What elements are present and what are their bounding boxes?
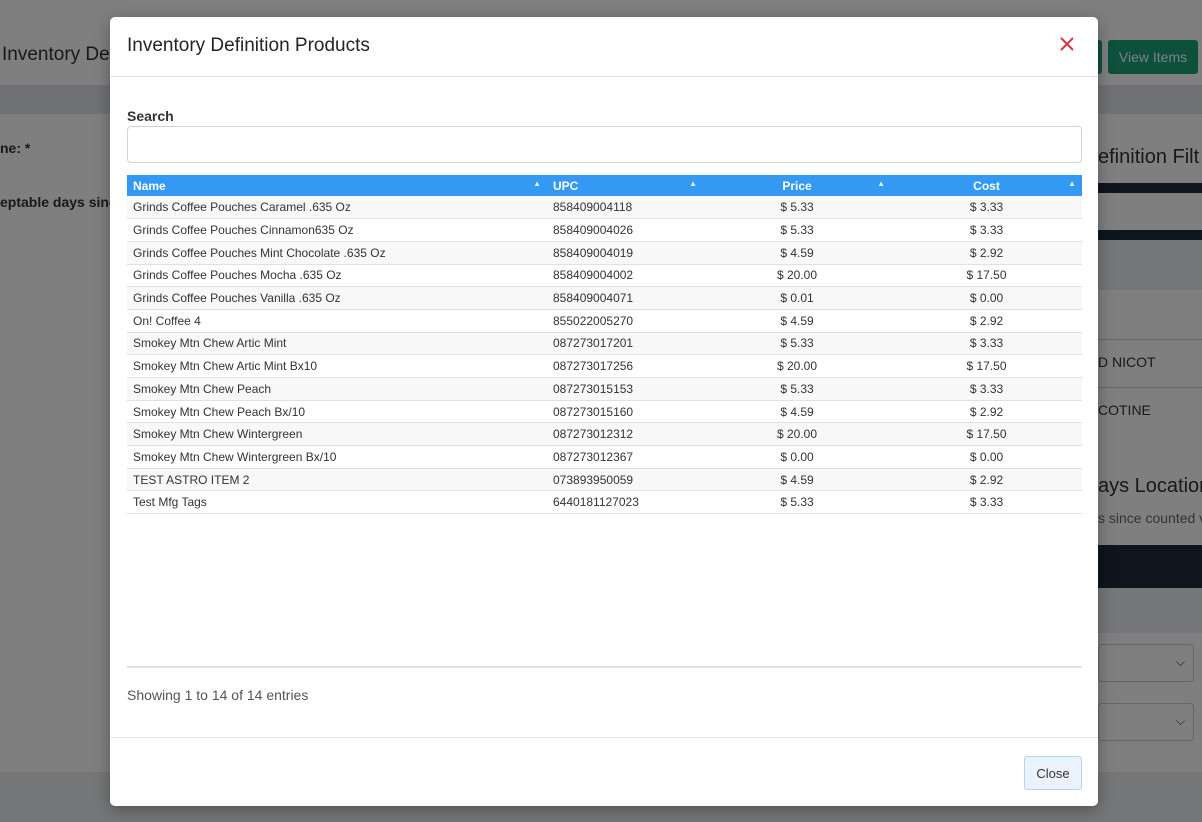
cell-name: Smokey Mtn Chew Wintergreen [127,422,547,447]
cell-name: Grinds Coffee Pouches Caramel .635 Oz [127,196,547,220]
cell-name: Test Mfg Tags [127,490,547,515]
table-header-row: Name ▲ UPC ▲︎ Price ▲ Cost ▲ [127,175,1082,196]
table-row[interactable]: On! Coffee 4 855022005270 $ 4.59 $ 2.92 [127,309,1082,333]
cell-price: $ 0.01 [703,286,891,310]
cell-upc: 087273017201 [547,332,703,356]
search-input[interactable] [127,126,1082,163]
cell-price: $ 20.00 [703,354,891,378]
table-row[interactable]: Smokey Mtn Chew Peach 087273015153 $ 5.33 $… [127,377,1082,401]
table-row[interactable]: Test Mfg Tags 6440181127023 $ 5.33 $ 3.33 [127,490,1082,515]
table-info: Showing 1 to 14 of 14 entries [127,687,309,703]
cell-name: Smokey Mtn Chew Artic Mint Bx10 [127,354,547,378]
table-row[interactable]: Smokey Mtn Chew Peach Bx/10 087273015160 $… [127,400,1082,424]
cell-price: $ 5.33 [703,218,891,242]
cell-upc: 087273015160 [547,400,703,424]
table-row[interactable]: Smokey Mtn Chew Artic Mint Bx10 087273017… [127,354,1082,378]
cell-price: $ 20.00 [703,422,891,447]
cell-upc: 6440181127023 [547,490,703,515]
cell-price: $ 4.59 [703,241,891,265]
cell-name: Smokey Mtn Chew Peach Bx/10 [127,400,547,424]
cell-upc: 087273017256 [547,354,703,378]
column-header-label: Name [133,178,166,193]
products-table: Name ▲ UPC ▲︎ Price ▲ Cost ▲ Grinds Coff… [127,175,1082,515]
cell-name: Smokey Mtn Chew Peach [127,377,547,401]
cell-price: $ 20.00 [703,264,891,288]
table-row[interactable]: Smokey Mtn Chew Wintergreen 087273012312 $… [127,422,1082,447]
cell-cost: $ 17.50 [891,422,1082,447]
modal-footer: Close [110,737,1098,806]
table-row[interactable]: Grinds Coffee Pouches Vanilla .635 Oz 858… [127,286,1082,310]
cell-upc: 855022005270 [547,309,703,333]
sort-icon: ▲ [877,179,885,188]
cell-cost: $ 3.33 [891,490,1082,515]
cell-cost: $ 3.33 [891,377,1082,401]
sort-asc-icon: ▲ [533,179,541,188]
cell-price: $ 5.33 [703,377,891,401]
cell-upc: 858409004071 [547,286,703,310]
cell-cost: $ 17.50 [891,264,1082,288]
cell-cost: $ 0.00 [891,445,1082,469]
close-button[interactable]: Close [1024,756,1082,790]
column-header-label: Cost [973,178,1000,193]
cell-upc: 858409004019 [547,241,703,265]
cell-price: $ 5.33 [703,490,891,515]
cell-upc: 858409004026 [547,218,703,242]
cell-cost: $ 3.33 [891,218,1082,242]
cell-cost: $ 3.33 [891,196,1082,220]
products-modal: Inventory Definition Products Search Nam… [110,17,1098,806]
cell-upc: 073893950059 [547,468,703,492]
cell-upc: 087273012367 [547,445,703,469]
table-row[interactable]: TEST ASTRO ITEM 2 073893950059 $ 4.59 $ 2.9… [127,468,1082,492]
table-row[interactable]: Grinds Coffee Pouches Caramel .635 Oz 858… [127,196,1082,220]
search-label: Search [127,108,174,124]
column-header-label: UPC [553,178,579,193]
sort-icon: ▲︎ [689,179,697,188]
table-row[interactable]: Smokey Mtn Chew Wintergreen Bx/10 0872730… [127,445,1082,469]
cell-name: Smokey Mtn Chew Wintergreen Bx/10 [127,445,547,469]
close-icon[interactable] [1056,33,1078,55]
cell-price: $ 4.59 [703,400,891,424]
cell-name: TEST ASTRO ITEM 2 [127,468,547,492]
column-header-name[interactable]: Name ▲ [127,175,547,196]
cell-cost: $ 17.50 [891,354,1082,378]
cell-price: $ 0.00 [703,445,891,469]
column-header-label: Price [782,178,812,193]
modal-title: Inventory Definition Products [127,35,370,56]
table-row[interactable]: Grinds Coffee Pouches Cinnamon635 Oz 8584… [127,218,1082,242]
cell-upc: 087273012312 [547,422,703,447]
cell-cost: $ 2.92 [891,400,1082,424]
cell-name: Grinds Coffee Pouches Vanilla .635 Oz [127,286,547,310]
cell-cost: $ 0.00 [891,286,1082,310]
table-row[interactable]: Smokey Mtn Chew Artic Mint 087273017201 $ … [127,332,1082,356]
cell-name: Smokey Mtn Chew Artic Mint [127,332,547,356]
cell-upc: 087273015153 [547,377,703,401]
cell-cost: $ 2.92 [891,241,1082,265]
cell-price: $ 5.33 [703,196,891,220]
sort-icon: ▲ [1068,179,1076,188]
cell-price: $ 4.59 [703,468,891,492]
cell-upc: 858409004118 [547,196,703,220]
table-row[interactable]: Grinds Coffee Pouches Mint Chocolate .63… [127,241,1082,265]
column-header-price[interactable]: Price ▲ [703,175,891,196]
cell-name: Grinds Coffee Pouches Cinnamon635 Oz [127,218,547,242]
cell-upc: 858409004002 [547,264,703,288]
cell-price: $ 5.33 [703,332,891,356]
table-row[interactable]: Grinds Coffee Pouches Mocha .635 Oz 85840… [127,264,1082,288]
cell-name: Grinds Coffee Pouches Mocha .635 Oz [127,264,547,288]
cell-cost: $ 2.92 [891,309,1082,333]
column-header-upc[interactable]: UPC ▲︎ [547,175,703,196]
cell-name: Grinds Coffee Pouches Mint Chocolate .63… [127,241,547,265]
table-divider [127,666,1082,668]
cell-price: $ 4.59 [703,309,891,333]
column-header-cost[interactable]: Cost ▲ [891,175,1082,196]
cell-cost: $ 3.33 [891,332,1082,356]
modal-header: Inventory Definition Products [110,17,1098,77]
cell-cost: $ 2.92 [891,468,1082,492]
cell-name: On! Coffee 4 [127,309,547,333]
